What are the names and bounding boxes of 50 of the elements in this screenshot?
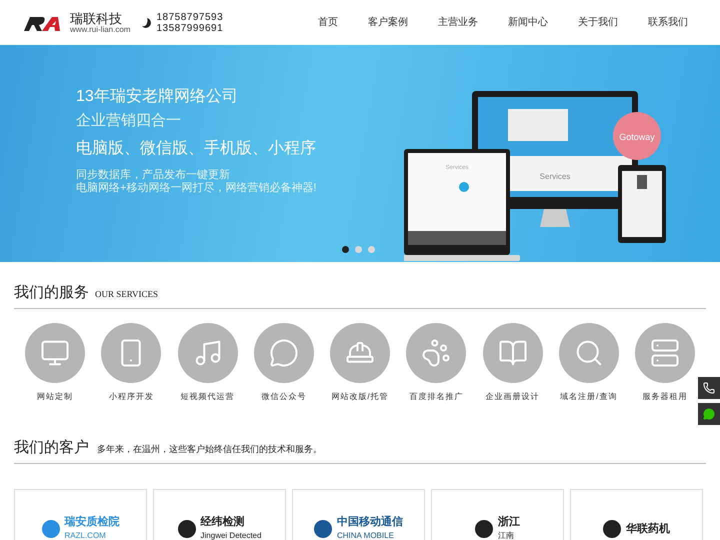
- phone-icon: [703, 382, 715, 394]
- client-name: 华联药机: [626, 522, 670, 536]
- banner-headline: 13年瑞安老牌网络公司: [76, 87, 239, 107]
- banner-subheading: 企业营销四合一: [76, 111, 182, 131]
- client-card[interactable]: 中国移动通信 CHINA MOBILE: [292, 489, 425, 540]
- paw-icon: [421, 338, 452, 368]
- nav-link[interactable]: 主营业务: [438, 15, 478, 30]
- phone-number: 18758797593: [156, 12, 224, 22]
- client-card[interactable]: 华联药机: [570, 489, 703, 540]
- section-subtitle: 多年来，在温州，这些客户始终信任我们的技术和服务。: [97, 442, 322, 456]
- nav-link[interactable]: 客户案例: [368, 15, 408, 30]
- service-label: 网站改版/托管: [331, 391, 389, 403]
- nav-link[interactable]: 首页: [318, 15, 338, 30]
- phone-number: 13587999691: [156, 22, 224, 34]
- client-caption: CHINA MOBILE: [337, 530, 395, 540]
- section-title: 我们的服务: [14, 284, 89, 302]
- wechat-button[interactable]: [698, 403, 720, 425]
- client-name: 瑞安质检院: [64, 516, 120, 529]
- brand-name: 瑞联科技: [70, 12, 122, 24]
- section-subtitle: OUR SERVICES: [95, 288, 158, 300]
- section-title: 我们的客户: [14, 439, 89, 457]
- chat-bubble-icon: [703, 408, 715, 420]
- nav-link[interactable]: 新闻中心: [508, 15, 548, 30]
- client-name: 经纬检测: [200, 516, 246, 529]
- client-card[interactable]: 浙江 江南: [431, 489, 564, 540]
- book-icon: [498, 338, 528, 368]
- service-label: 服务器租用: [642, 391, 688, 403]
- service-label: 企业画册设计: [486, 391, 540, 403]
- service-label: 小程序开发: [108, 391, 154, 403]
- brand-url: www.rui-lian.com: [70, 26, 130, 34]
- nav-link[interactable]: 关于我们: [578, 15, 618, 30]
- client-caption: Jingwei Detected: [200, 530, 262, 540]
- phone-button[interactable]: [698, 377, 720, 399]
- banner-versions: 电脑版、微信版、手机版、小程序: [76, 139, 316, 159]
- banner-text: 同步数据库，产品发布一键更新: [76, 169, 231, 182]
- server-icon: [650, 338, 680, 368]
- client-name: 中国移动通信: [337, 516, 403, 529]
- client-caption: RAZL.COM: [64, 530, 107, 540]
- service-label: 网站定制: [37, 391, 73, 403]
- client-card[interactable]: 经纬检测 Jingwei Detected: [153, 489, 286, 540]
- nav-link[interactable]: 联系我们: [648, 15, 688, 30]
- service-label: 微信公众号: [261, 391, 306, 403]
- monitor-icon: [40, 338, 70, 368]
- service-label: 百度排名推广: [409, 391, 464, 403]
- client-name: 浙江: [498, 516, 520, 529]
- service-label: 短视频代运营: [180, 391, 234, 403]
- magnifier-icon: [574, 338, 604, 368]
- client-caption: 江南: [498, 530, 515, 540]
- service-label: 域名注册/查询: [560, 391, 618, 403]
- banner-text: 电脑网络+移动网络一网打尽，网络营销必备神器!: [76, 182, 316, 195]
